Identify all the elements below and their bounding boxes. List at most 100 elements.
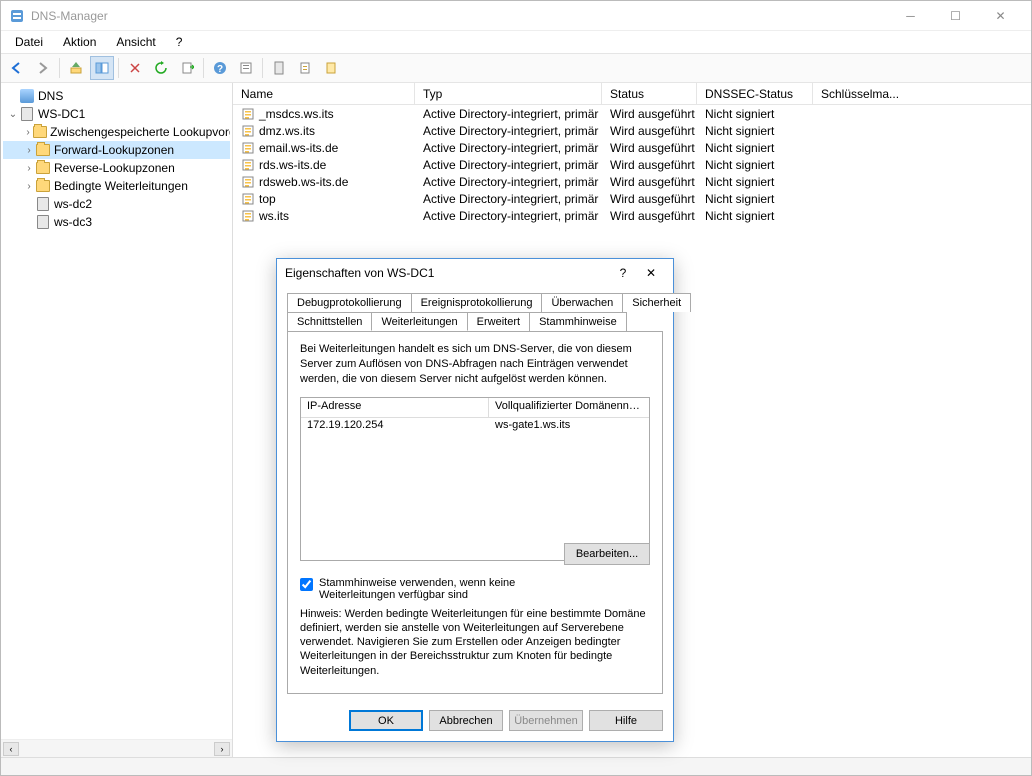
zone-row[interactable]: _msdcs.ws.itsActive Directory-integriert…: [233, 105, 1031, 122]
refresh-button[interactable]: [149, 56, 173, 80]
dialog-help-button[interactable]: ?: [609, 266, 637, 280]
zone-dnssec: Nicht signiert: [697, 107, 813, 121]
maximize-button[interactable]: ☐: [933, 1, 978, 31]
zone-dnssec: Nicht signiert: [697, 192, 813, 206]
zone-row[interactable]: rds.ws-its.de Active Directory-integriert…: [233, 156, 1031, 173]
zone-status: Wird ausgeführt: [602, 175, 697, 189]
help-button[interactable]: ?: [208, 56, 232, 80]
ok-button[interactable]: OK: [349, 710, 423, 731]
zone-type: Active Directory-integriert, primär: [415, 158, 602, 172]
zone-name: _msdcs.ws.its: [259, 107, 334, 121]
use-roothints-checkbox[interactable]: [300, 578, 313, 591]
apply-button[interactable]: Übernehmen: [509, 710, 583, 731]
close-button[interactable]: ✕: [978, 1, 1023, 31]
forwarders-list[interactable]: IP-Adresse Vollqualifizierter Domänennam…: [300, 397, 650, 561]
tree-label: ws-dc3: [54, 215, 92, 229]
tab-monitor[interactable]: Überwachen: [541, 293, 623, 312]
menu-action[interactable]: Aktion: [55, 33, 104, 51]
tree-root-dns[interactable]: DNS: [3, 87, 230, 105]
tab-event[interactable]: Ereignisprotokollierung: [411, 293, 543, 312]
edit-button[interactable]: Bearbeiten...: [564, 543, 650, 565]
zone-row[interactable]: ws.itsActive Directory-integriert, primä…: [233, 207, 1031, 224]
statusbar: [1, 757, 1031, 775]
export-button[interactable]: [175, 56, 199, 80]
tree-node-conditional[interactable]: › Bedingte Weiterleitungen: [3, 177, 230, 195]
dialog-close-button[interactable]: ✕: [637, 266, 665, 280]
zone-type: Active Directory-integriert, primär: [415, 192, 602, 206]
zone-icon: [241, 192, 255, 206]
tab-advanced[interactable]: Erweitert: [467, 312, 530, 331]
folder-icon: [36, 144, 50, 156]
zone-row[interactable]: dmz.ws.itsActive Directory-integriert, p…: [233, 122, 1031, 139]
up-button[interactable]: [64, 56, 88, 80]
zone-dnssec: Nicht signiert: [697, 209, 813, 223]
tree-node-forward[interactable]: › Forward-Lookupzonen: [3, 141, 230, 159]
menu-help[interactable]: ?: [168, 33, 191, 51]
scroll-right-icon[interactable]: ›: [214, 742, 230, 756]
zone-row[interactable]: topActive Directory-integriert, primärWi…: [233, 190, 1031, 207]
back-button[interactable]: [5, 56, 29, 80]
properties-dialog: Eigenschaften von WS-DC1 ? ✕ Debugprotok…: [276, 258, 674, 742]
zone-icon: [241, 209, 255, 223]
zone-type: Active Directory-integriert, primär: [415, 175, 602, 189]
tree-horizontal-scrollbar[interactable]: ‹ ›: [1, 739, 232, 757]
zone-status: Wird ausgeführt: [602, 158, 697, 172]
tab-panel-forwarders: Bei Weiterleitungen handelt es sich um D…: [287, 331, 663, 694]
zone-type: Active Directory-integriert, primär: [415, 141, 602, 155]
tab-roothints[interactable]: Stammhinweise: [529, 312, 627, 331]
delete-button[interactable]: [123, 56, 147, 80]
zone-name: rds.ws-its.de: [259, 158, 326, 172]
app-icon: [9, 8, 25, 24]
fwd-header-fqdn[interactable]: Vollqualifizierter Domänenname f...: [489, 398, 649, 417]
tree-node-wsdc3[interactable]: ws-dc3: [3, 213, 230, 231]
zone-name: email.ws-its.de: [259, 141, 338, 155]
zone-icon: [241, 107, 255, 121]
zone-row[interactable]: email.ws-its.de Active Directory-integrie…: [233, 139, 1031, 156]
tree-node-reverse[interactable]: › Reverse-Lookupzonen: [3, 159, 230, 177]
zone-icon: [241, 158, 255, 172]
tree-label: ws-dc2: [54, 197, 92, 211]
column-type[interactable]: Typ: [415, 83, 602, 104]
minimize-button[interactable]: ─: [888, 1, 933, 31]
zone-status: Wird ausgeführt: [602, 192, 697, 206]
tab-debug[interactable]: Debugprotokollierung: [287, 293, 412, 312]
help-button[interactable]: Hilfe: [589, 710, 663, 731]
dialog-titlebar: Eigenschaften von WS-DC1 ? ✕: [277, 259, 673, 287]
zone-icon: [241, 175, 255, 189]
tree-node-cached[interactable]: › Zwischengespeicherte Lookupvorgänge: [3, 123, 230, 141]
filter-button[interactable]: [267, 56, 291, 80]
tree-label: Forward-Lookupzonen: [54, 143, 174, 157]
column-status[interactable]: Status: [602, 83, 697, 104]
tree-node-wsdc2[interactable]: ws-dc2: [3, 195, 230, 213]
zone-name: dmz.ws.its: [259, 124, 315, 138]
menu-view[interactable]: Ansicht: [108, 33, 163, 51]
zone-row[interactable]: rdsweb.ws-its.deActive Directory-integri…: [233, 173, 1031, 190]
column-keymaster[interactable]: Schlüsselma...: [813, 83, 921, 104]
column-dnssec[interactable]: DNSSEC-Status: [697, 83, 813, 104]
show-hide-tree-button[interactable]: [90, 56, 114, 80]
zone-status: Wird ausgeführt: [602, 107, 697, 121]
cancel-button[interactable]: Abbrechen: [429, 710, 503, 731]
list-body: _msdcs.ws.its Active Directory-integriert…: [233, 105, 1031, 224]
properties-button[interactable]: [234, 56, 258, 80]
new-button[interactable]: [293, 56, 317, 80]
zone-dnssec: Nicht signiert: [697, 124, 813, 138]
new-zone-button[interactable]: [319, 56, 343, 80]
tab-forwarders[interactable]: Weiterleitungen: [371, 312, 467, 331]
scroll-left-icon[interactable]: ‹: [3, 742, 19, 756]
forwarders-description: Bei Weiterleitungen handelt es sich um D…: [300, 342, 650, 387]
window-title: DNS-Manager: [31, 9, 888, 23]
forwarder-row[interactable]: 172.19.120.254ws-gate1.ws.its: [301, 418, 649, 434]
zone-status: Wird ausgeführt: [602, 209, 697, 223]
tree-node-server[interactable]: ⌄ WS-DC1: [3, 105, 230, 123]
menu-file[interactable]: Datei: [7, 33, 51, 51]
forwarders-note: Hinweis: Werden bedingte Weiterleitungen…: [300, 607, 650, 678]
tab-interfaces[interactable]: Schnittstellen: [287, 312, 372, 331]
forward-button[interactable]: [31, 56, 55, 80]
tab-security[interactable]: Sicherheit: [622, 293, 691, 312]
column-name[interactable]: Name: [233, 83, 415, 104]
tree-label: WS-DC1: [38, 107, 85, 121]
tree-label: Reverse-Lookupzonen: [54, 161, 175, 175]
fwd-header-ip[interactable]: IP-Adresse: [301, 398, 489, 417]
folder-icon: [36, 162, 50, 174]
